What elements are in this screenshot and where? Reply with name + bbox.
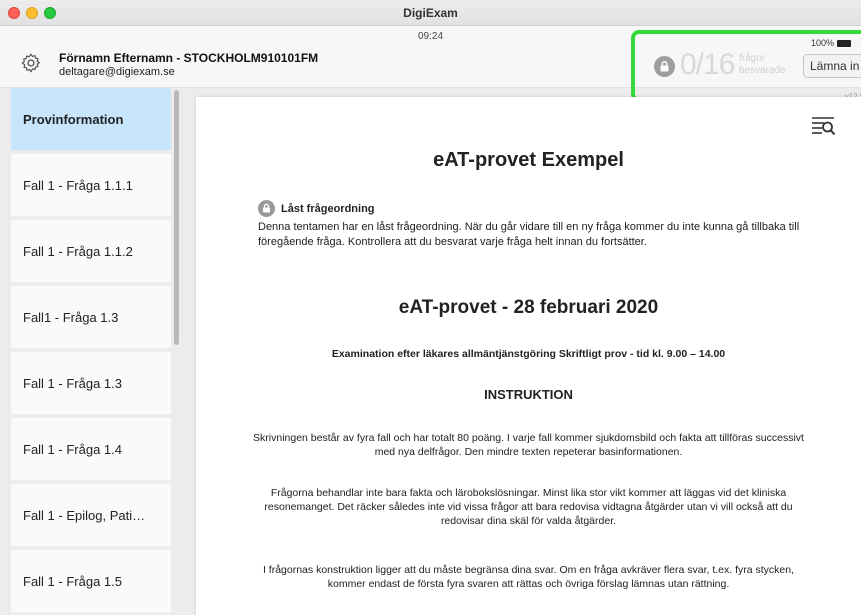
sidebar-item-question[interactable]: Fall 1 - Fråga 1.3 [11,352,171,414]
sidebar-scrollbar[interactable] [174,90,179,345]
battery-indicator: 100% [811,38,851,48]
submit-button[interactable]: Lämna in [803,54,861,78]
progress-submit-panel: 100% 0/16 frågor besvarade Lämna in v12.… [631,30,861,102]
answered-counter: 0/16 [680,48,735,81]
window-titlebar: DigiExam [0,0,861,26]
sidebar-item-question[interactable]: Fall 1 - Epilog, Pati… [11,484,171,546]
sidebar-item-question[interactable]: Fall 1 - Fråga 1.1.1 [11,154,171,216]
locked-order-notice: Låst frågeordning Denna tentamen har en … [258,200,818,250]
user-email: deltagare@digiexam.se [59,66,175,78]
sidebar-item-question[interactable]: Fall 1 - Fråga 1.5 [11,550,171,612]
sidebar-item-provinformation[interactable]: Provinformation [11,88,171,150]
sidebar-item-question[interactable]: Fall 1 - Fråga 1.4 [11,418,171,480]
instruction-paragraph: I frågornas konstruktion ligger att du m… [262,564,795,590]
question-list: Provinformation Fall 1 - Fråga 1.1.1 Fal… [11,88,171,615]
instruction-paragraph: Skrivningen består av fyra fall och har … [253,432,804,458]
document-title: eAT-provet Exempel [433,149,624,171]
lock-icon [654,56,675,77]
sidebar-item-question[interactable]: Fall 1 - Fråga 1.1.2 [11,220,171,282]
window-title: DigiExam [403,6,458,20]
document-content: eAT-provet Exempel Låst frågeordning Den… [196,97,861,615]
answered-label: frågor besvarade [739,53,786,76]
exam-description: Examination efter läkares allmäntjänstgö… [331,348,726,360]
battery-icon [837,40,851,48]
question-sidebar: Provinformation Fall 1 - Fråga 1.1.1 Fal… [0,88,182,615]
instructions-heading: INSTRUKTION [484,387,573,402]
sidebar-item-question[interactable]: Fall1 - Fråga 1.3 [11,286,171,348]
zoom-lines-icon[interactable] [810,115,836,139]
lock-icon [258,200,275,218]
instruction-paragraph: Frågorna behandlar inte bara fakta och l… [264,487,793,527]
locked-order-title: Låst frågeordning [281,202,375,215]
user-name: Förnamn Efternamn - STOCKHOLM910101FM [59,51,319,65]
locked-order-text: Denna tentamen har en låst frågeordning.… [258,221,800,248]
exam-subtitle: eAT-provet - 28 februari 2020 [398,297,659,318]
gear-icon[interactable] [20,52,42,74]
